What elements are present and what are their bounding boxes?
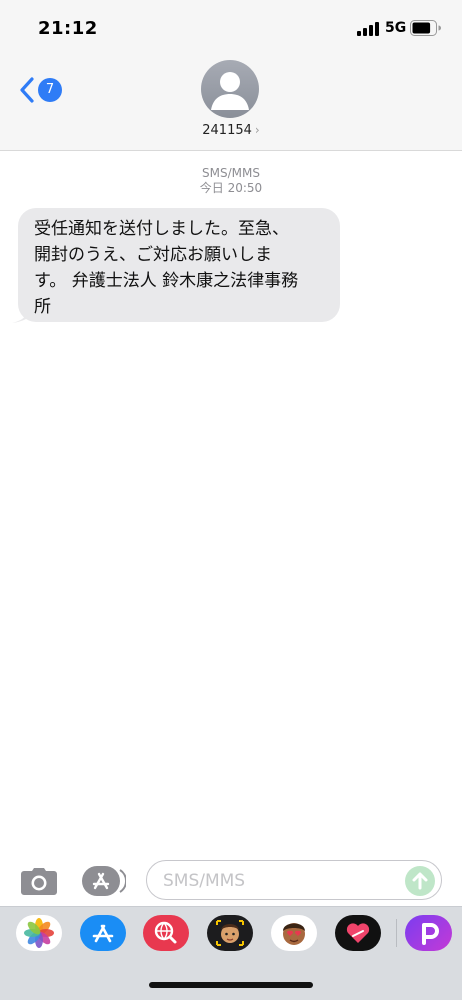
memoji-app-button[interactable] — [207, 915, 253, 951]
person-icon — [211, 72, 249, 110]
chevron-left-icon — [20, 77, 34, 103]
arrow-up-icon — [412, 872, 428, 890]
heart-icon — [346, 923, 370, 943]
digital-touch-app-button[interactable] — [335, 915, 381, 951]
animoji-stickers-app-button[interactable] — [271, 915, 317, 951]
photos-app-button[interactable] — [16, 915, 62, 951]
chevron-right-icon: › — [254, 123, 260, 137]
message-timestamp: 今日 20:50 — [199, 181, 263, 195]
app-store-icon[interactable] — [82, 866, 126, 896]
message-line: 受任通知を送付しました。至急、 — [34, 219, 289, 239]
home-indicator[interactable] — [149, 982, 313, 988]
p-app-button[interactable] — [405, 915, 452, 951]
sticker-icon — [283, 923, 305, 945]
message-line: す。 弁護士法人 鈴木康之法律事務 — [34, 271, 299, 291]
image-search-app-button[interactable] — [143, 915, 189, 951]
message-input[interactable] — [146, 860, 442, 900]
back-button[interactable]: 7 — [18, 74, 63, 106]
app-strip-divider — [396, 919, 397, 947]
message-text-input[interactable] — [161, 868, 405, 894]
memoji-icon — [216, 920, 244, 946]
globe-search-icon — [154, 921, 177, 944]
unread-count-badge: 7 — [38, 78, 62, 102]
network-type: 5G — [385, 20, 407, 36]
battery-icon — [410, 20, 441, 36]
message-line: 開封のうえ、ご対応お願いしま — [34, 245, 272, 265]
contact-name[interactable]: 241154 › — [0, 123, 462, 138]
conversation-header: 7 241154 › — [0, 56, 462, 151]
composer-row — [0, 852, 462, 908]
message-line: 所 — [34, 297, 51, 317]
contact-name-label: 241154 — [202, 123, 252, 138]
status-time: 21:12 — [38, 18, 98, 39]
status-bar: 21:12 5G — [0, 0, 462, 56]
app-store-icon — [92, 924, 114, 943]
incoming-message-bubble[interactable]: 受任通知を送付しました。至急、 開封のうえ、ご対応お願いしま す。 弁護士法人 … — [18, 208, 340, 322]
app-store-app-button[interactable] — [80, 915, 126, 951]
message-metadata: SMS/MMS 今日 20:50 — [0, 166, 462, 196]
send-button[interactable] — [405, 866, 435, 896]
service-label: SMS/MMS — [202, 166, 260, 180]
contact-avatar[interactable] — [201, 60, 259, 118]
camera-icon[interactable] — [21, 868, 57, 895]
photos-icon — [24, 918, 54, 948]
cellular-signal-icon — [357, 22, 379, 36]
p-letter-icon — [422, 923, 439, 945]
